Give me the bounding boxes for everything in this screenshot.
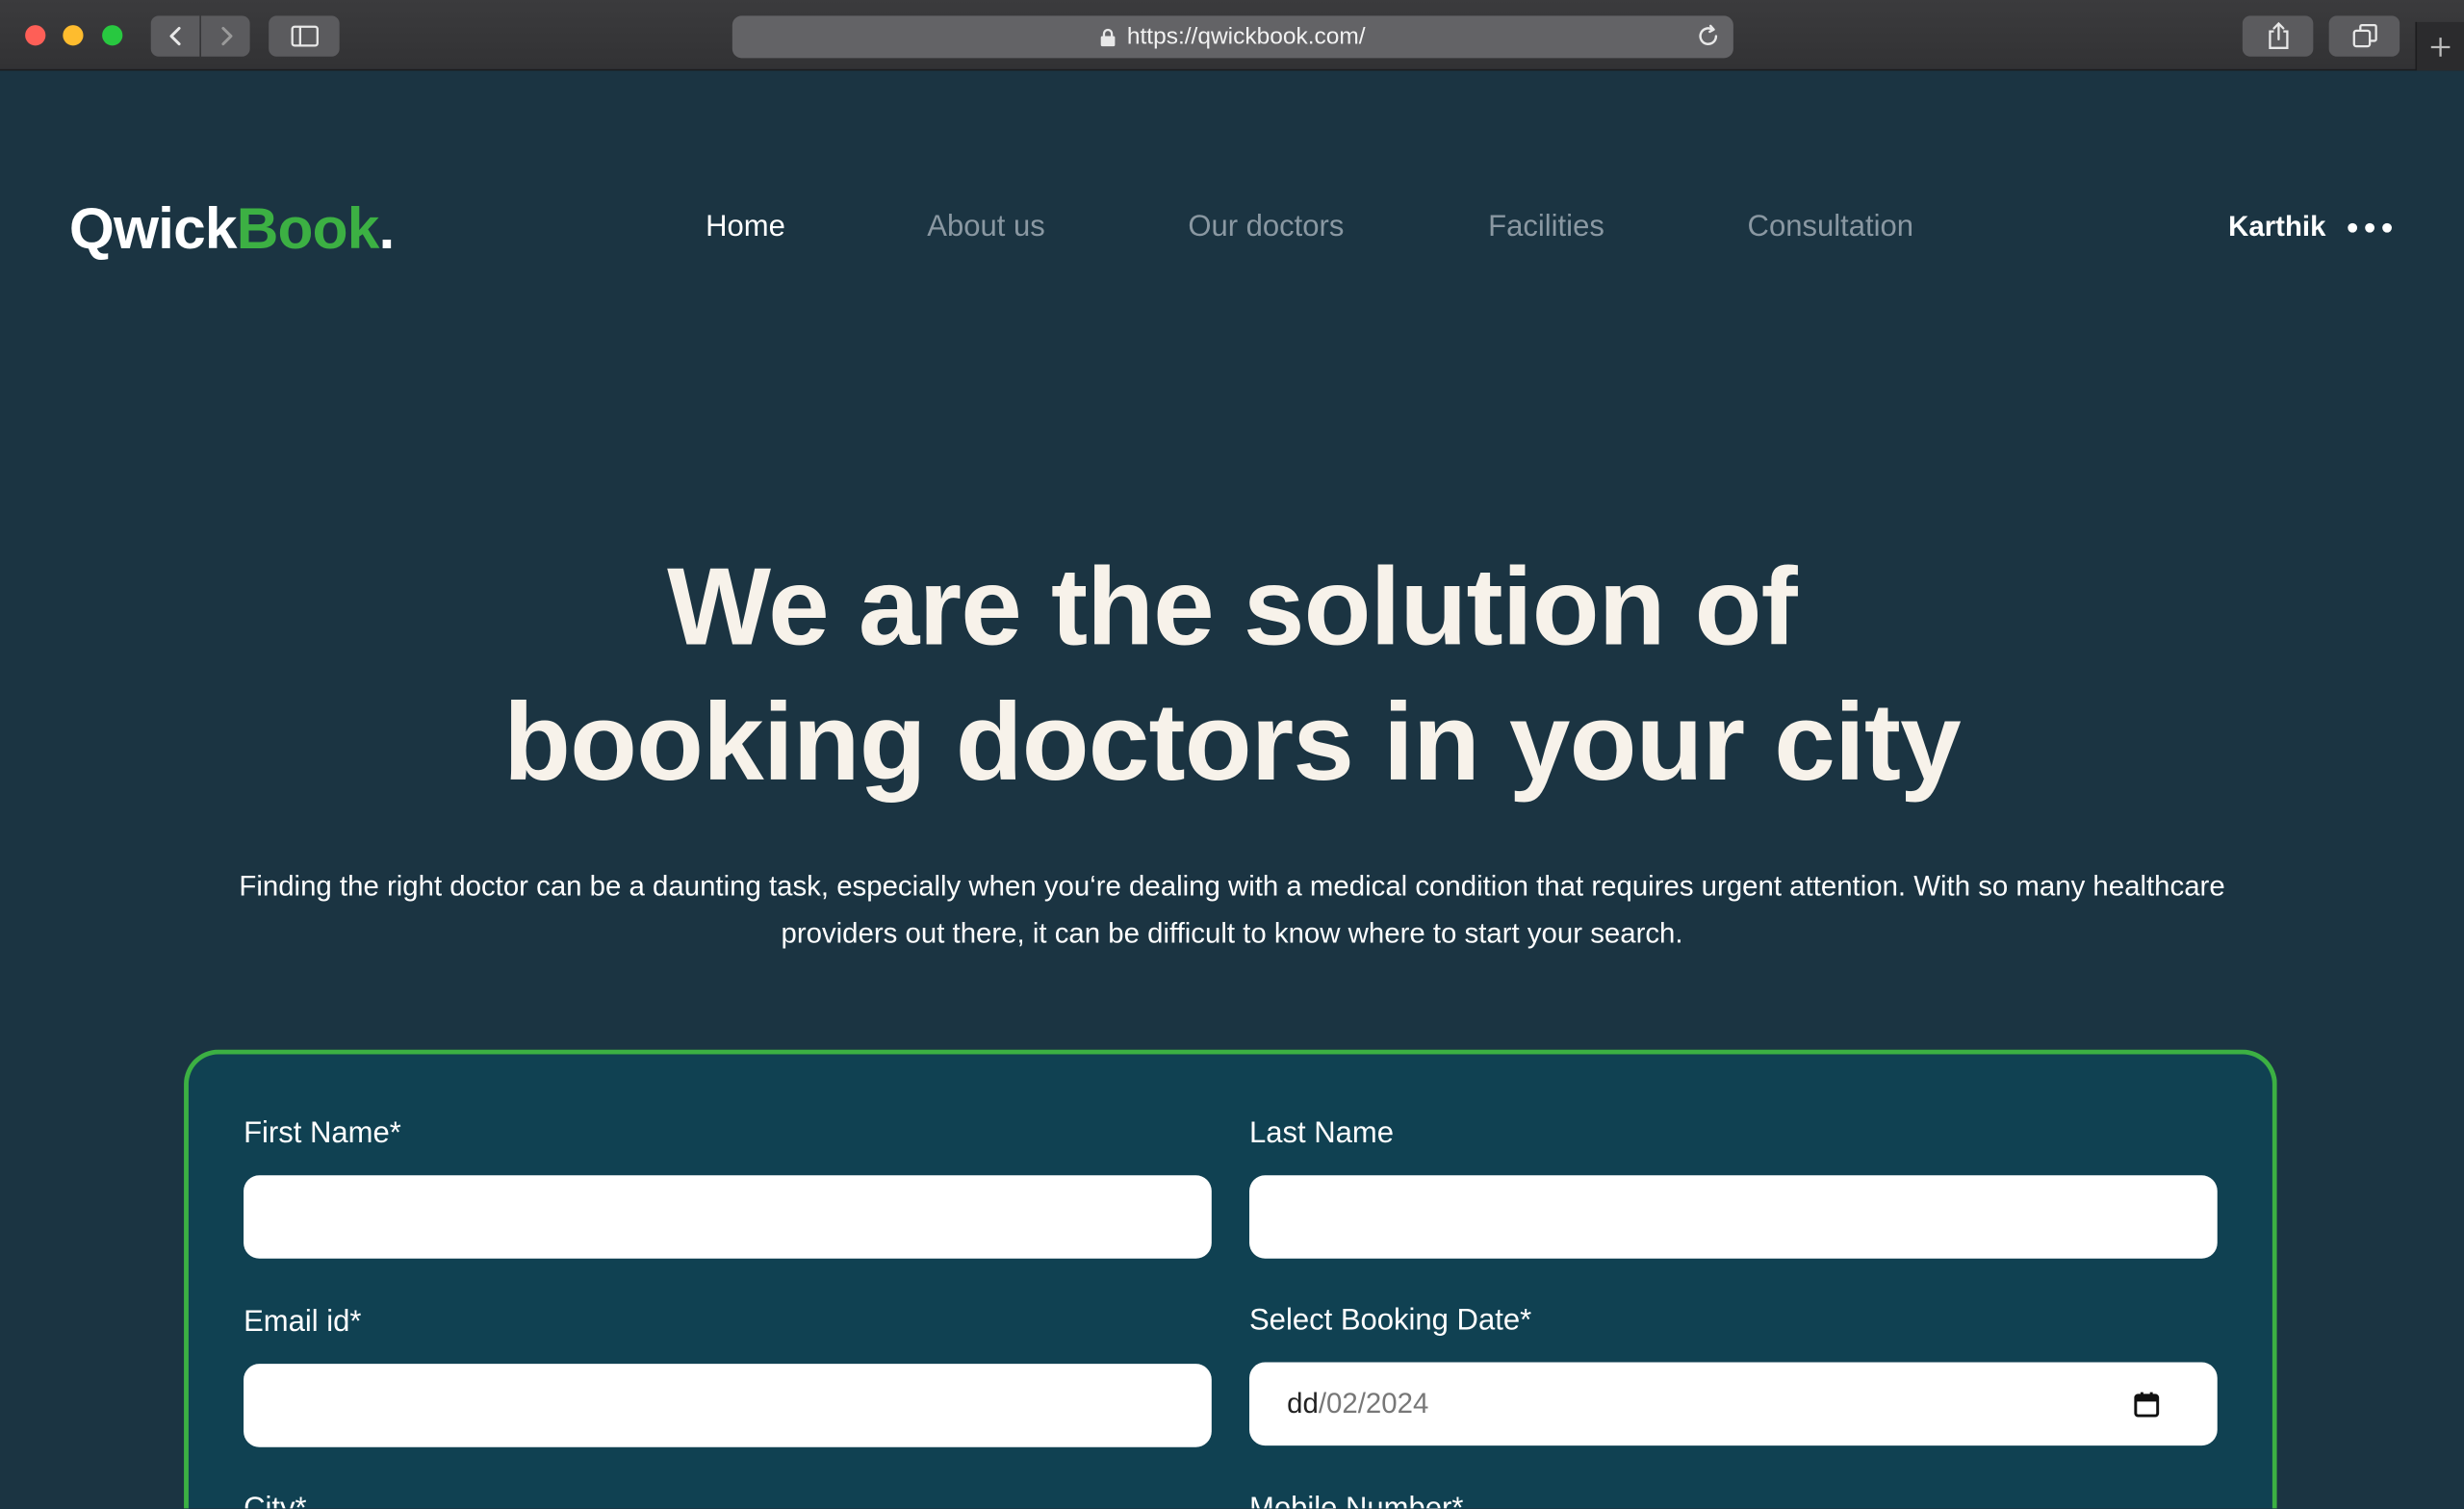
- web-page: QwickBook. Home About us Our doctors Fac…: [0, 70, 2464, 1509]
- zoom-window-button[interactable]: [102, 25, 123, 46]
- share-button[interactable]: [2242, 15, 2314, 57]
- reload-icon[interactable]: [1696, 23, 1721, 48]
- first-name-label: First Name*: [244, 1116, 401, 1151]
- hero-title-line2: booking doctors in your city: [503, 679, 1962, 804]
- hero-subtitle-line2: providers out there, it can be difficult…: [781, 917, 1683, 950]
- nav-our-doctors[interactable]: Our doctors: [1188, 211, 1344, 245]
- nav-facilities[interactable]: Facilities: [1488, 211, 1604, 245]
- last-name-label: Last Name: [1248, 1116, 1395, 1151]
- close-window-button[interactable]: [25, 25, 46, 46]
- minimize-window-button[interactable]: [63, 25, 84, 46]
- tabs-icon: [2351, 23, 2376, 48]
- booking-form: First Name* Last Name Email id* Select B…: [184, 1049, 2277, 1509]
- chevron-right-icon: [220, 26, 232, 46]
- show-tabs-button[interactable]: [2328, 15, 2400, 57]
- nav-home[interactable]: Home: [706, 211, 785, 245]
- last-name-input[interactable]: [1248, 1175, 2218, 1259]
- share-icon: [2268, 21, 2288, 49]
- date-day-segment: dd: [1287, 1387, 1319, 1419]
- booking-date-label: Select Booking Date*: [1248, 1304, 1532, 1338]
- main-nav: Home About us Our doctors Facilities Con…: [0, 211, 2464, 248]
- chevron-left-icon: [168, 26, 180, 46]
- hero-subtitle-line1: Finding the right doctor can be a daunti…: [239, 870, 2225, 903]
- booking-date-value: dd/02/2024: [1287, 1388, 1428, 1420]
- sidebar-icon: [290, 25, 319, 47]
- browser-toolbar: https://qwickbook.com/: [0, 0, 2464, 71]
- address-bar[interactable]: https://qwickbook.com/: [732, 15, 1733, 59]
- date-month-year-segment: /02/2024: [1318, 1387, 1429, 1419]
- email-input[interactable]: [244, 1364, 1212, 1447]
- email-label: Email id*: [244, 1305, 362, 1340]
- mobile-number-label: Mobile Number*: [1249, 1493, 1463, 1508]
- nav-consultation[interactable]: Consultation: [1748, 211, 1913, 245]
- nav-about-us[interactable]: About us: [927, 211, 1044, 245]
- first-name-input[interactable]: [244, 1175, 1212, 1259]
- hero-title: We are the solution of booking doctors i…: [0, 539, 2464, 809]
- more-options-icon[interactable]: [2348, 221, 2392, 234]
- sidebar-toggle-button[interactable]: [269, 15, 340, 57]
- city-label: City*: [244, 1493, 307, 1508]
- lock-icon: [1100, 28, 1116, 47]
- hero-subtitle: Finding the right doctor can be a daunti…: [220, 862, 2245, 957]
- calendar-icon[interactable]: [2133, 1390, 2161, 1418]
- plus-icon: [2430, 37, 2451, 56]
- hero-title-line1: We are the solution of: [667, 545, 1798, 668]
- url-text: https://qwickbook.com/: [1126, 23, 1366, 51]
- forward-button[interactable]: [200, 15, 250, 57]
- user-name[interactable]: Karthik: [2228, 211, 2325, 243]
- back-button[interactable]: [150, 15, 200, 57]
- new-tab-button[interactable]: [2415, 21, 2464, 71]
- booking-date-input[interactable]: dd/02/2024: [1248, 1362, 2218, 1446]
